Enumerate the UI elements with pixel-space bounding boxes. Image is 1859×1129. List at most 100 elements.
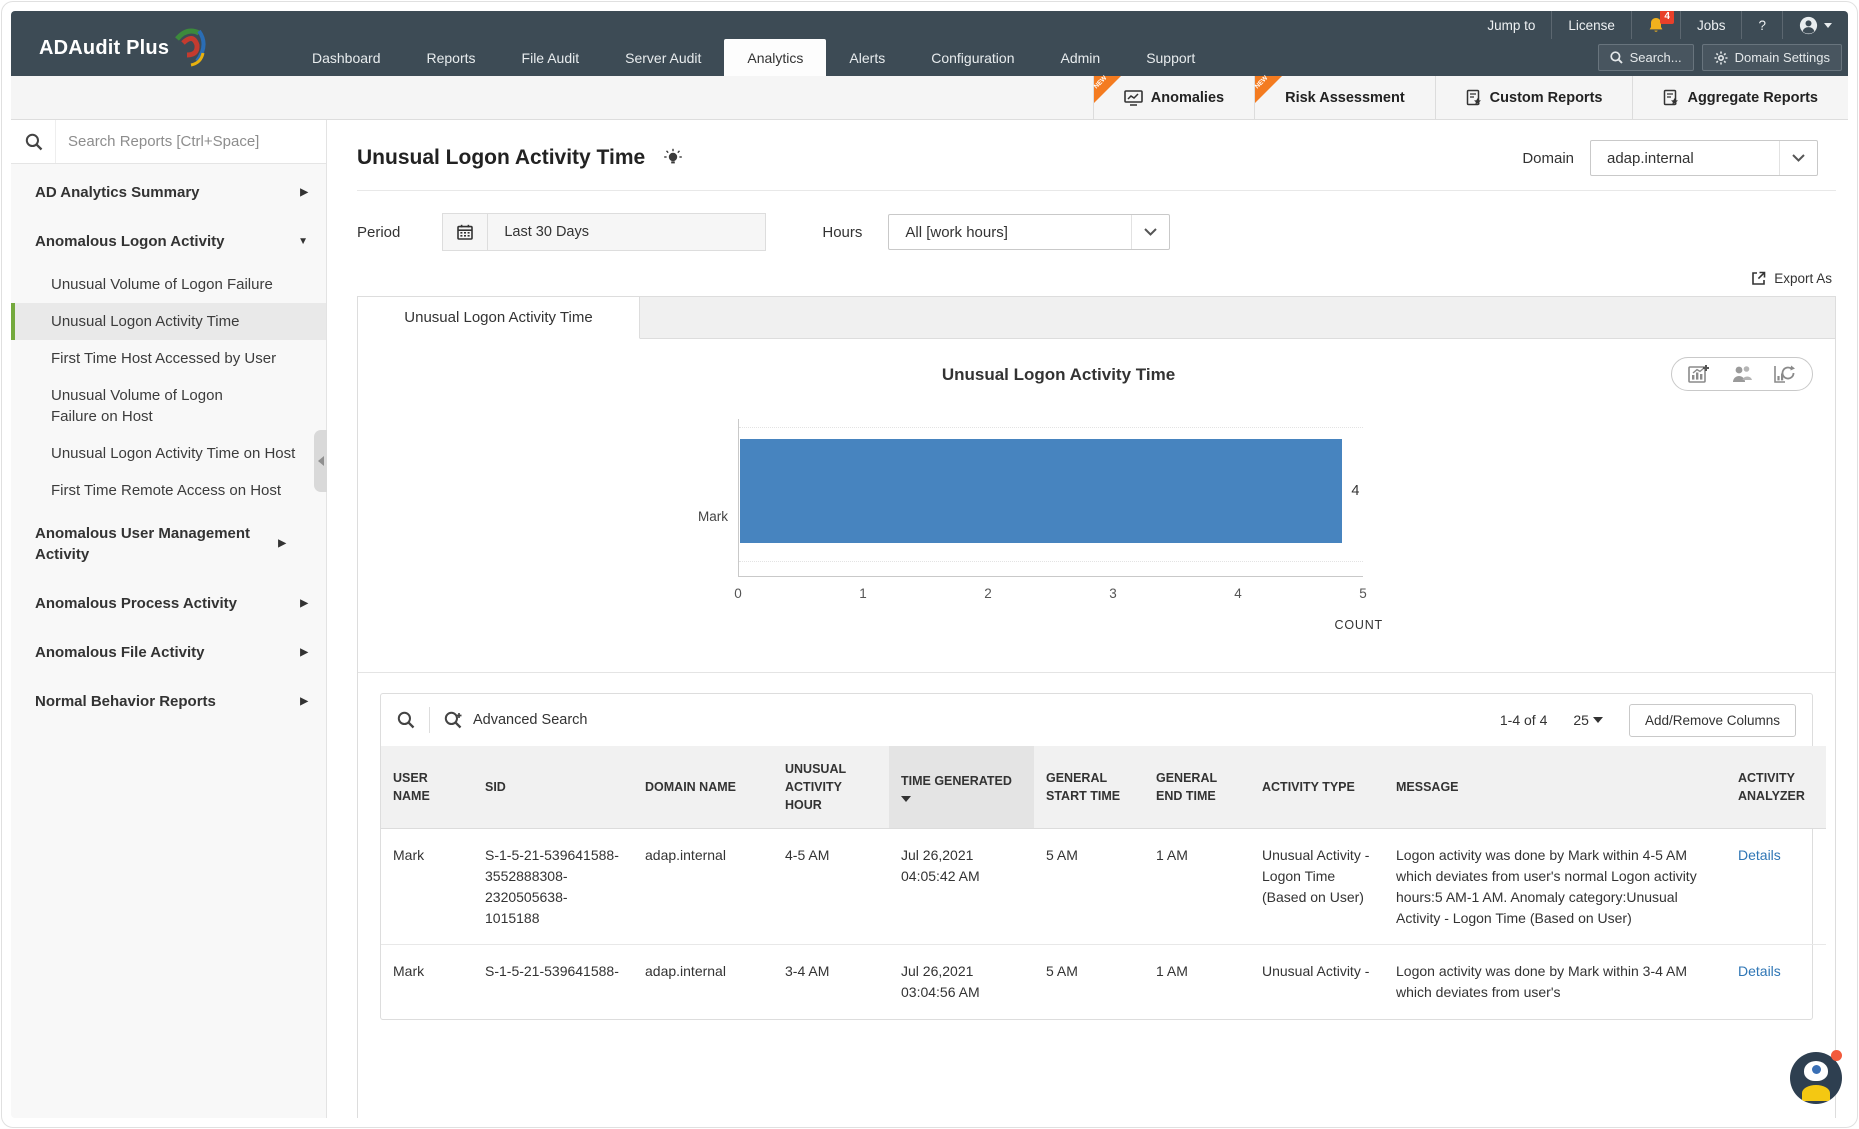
chart-x-ticks: 0 1 2 3 4 5 bbox=[738, 586, 1363, 606]
details-link[interactable]: Details bbox=[1738, 847, 1781, 863]
col-general-end-time[interactable]: GENERAL END TIME bbox=[1144, 746, 1250, 829]
sidebar-item-unusual-volume-of-logon-failure-on-host[interactable]: Unusual Volume of Logon Failure on Host bbox=[11, 377, 326, 435]
table-header-row: USER NAME SID DOMAIN NAME UNUSUAL ACTIVI… bbox=[381, 746, 1826, 829]
domain-settings-button[interactable]: Domain Settings bbox=[1702, 44, 1842, 71]
export-as-button[interactable]: Export As bbox=[357, 271, 1832, 286]
tab-custom-reports[interactable]: Custom Reports bbox=[1435, 76, 1633, 119]
sidebar-item-unusual-volume-of-logon-failure[interactable]: Unusual Volume of Logon Failure bbox=[11, 266, 326, 303]
table-row: Mark S-1-5-21-539641588- adap.internal 3… bbox=[381, 945, 1826, 1019]
notifications-button[interactable]: 4 bbox=[1631, 11, 1680, 39]
reports-sidebar: AD Analytics Summary Anomalous Logon Act… bbox=[11, 120, 327, 1118]
period-value-field[interactable]: Last 30 Days bbox=[488, 213, 766, 251]
adaudit-plus-app: ADAudit Plus Jump to License 4 Jobs bbox=[11, 11, 1848, 1118]
hours-select[interactable]: All [work hours] bbox=[888, 214, 1170, 250]
help-button[interactable]: ? bbox=[1741, 11, 1782, 39]
sidebar-item-first-time-remote-access-on-host[interactable]: First Time Remote Access on Host bbox=[11, 472, 326, 509]
user-analytics-icon[interactable] bbox=[1730, 364, 1754, 384]
col-message[interactable]: MESSAGE bbox=[1384, 746, 1726, 829]
report-tabstrip: Unusual Logon Activity Time bbox=[358, 297, 1835, 339]
hours-label: Hours bbox=[822, 224, 862, 241]
advanced-search-icon[interactable] bbox=[444, 711, 463, 729]
col-general-start-time[interactable]: GENERAL START TIME bbox=[1034, 746, 1144, 829]
sidebar-collapse-handle[interactable] bbox=[314, 430, 327, 492]
nav-right-controls: Search... Domain Settings bbox=[1598, 39, 1848, 76]
tab-anomalies[interactable]: NEW Anomalies bbox=[1093, 76, 1254, 119]
sidebar-nav: AD Analytics Summary Anomalous Logon Act… bbox=[11, 164, 326, 726]
body: AD Analytics Summary Anomalous Logon Act… bbox=[11, 120, 1848, 1118]
bell-icon: 4 bbox=[1648, 17, 1664, 34]
chart-plot-area: 4 bbox=[738, 419, 1363, 577]
main-content: Unusual Logon Activity Time Domain adap.… bbox=[327, 120, 1848, 1118]
sidebar-group-normal-behavior-reports[interactable]: Normal Behavior Reports bbox=[11, 677, 326, 726]
chart-section: Unusual Logon Activity Time Mark bbox=[358, 339, 1835, 673]
table-search-icon[interactable] bbox=[397, 711, 415, 729]
report-category-bar: NEW Anomalies NEW Risk Assessment Custom… bbox=[11, 76, 1848, 120]
col-domain-name[interactable]: DOMAIN NAME bbox=[633, 746, 773, 829]
license-link[interactable]: License bbox=[1551, 11, 1631, 39]
col-time-generated[interactable]: TIME GENERATED bbox=[889, 746, 1034, 829]
sidebar-item-first-time-host-accessed-by-user[interactable]: First Time Host Accessed by User bbox=[11, 340, 326, 377]
chevron-down-icon bbox=[1779, 141, 1817, 175]
jump-to-link[interactable]: Jump to bbox=[1471, 11, 1551, 39]
tab-unusual-logon-activity-time[interactable]: Unusual Logon Activity Time bbox=[358, 297, 640, 339]
calendar-button[interactable] bbox=[442, 213, 488, 251]
export-icon bbox=[1751, 271, 1766, 286]
app-logo[interactable]: ADAudit Plus bbox=[39, 25, 207, 69]
account-menu[interactable] bbox=[1782, 11, 1848, 39]
col-sid[interactable]: SID bbox=[473, 746, 633, 829]
top-navigation-bar: ADAudit Plus Jump to License 4 Jobs bbox=[11, 11, 1848, 76]
tab-aggregate-reports[interactable]: Aggregate Reports bbox=[1632, 76, 1848, 119]
nav-item-alerts[interactable]: Alerts bbox=[826, 39, 908, 76]
nav-item-reports[interactable]: Reports bbox=[404, 39, 499, 76]
insight-bulb-icon[interactable] bbox=[663, 148, 683, 168]
logo-swoosh-icon bbox=[171, 25, 207, 69]
sidebar-search-input[interactable] bbox=[55, 120, 326, 163]
sidebar-item-unusual-logon-activity-time-on-host[interactable]: Unusual Logon Activity Time on Host bbox=[11, 435, 326, 472]
col-unusual-activity-hour[interactable]: UNUSUAL ACTIVITY HOUR bbox=[773, 746, 889, 829]
sidebar-group-ad-analytics-summary[interactable]: AD Analytics Summary bbox=[11, 168, 326, 217]
search-icon bbox=[1610, 51, 1623, 64]
nav-item-analytics[interactable]: Analytics bbox=[724, 39, 826, 76]
domain-filter: Domain adap.internal bbox=[1522, 140, 1818, 176]
sidebar-group-anomalous-process-activity[interactable]: Anomalous Process Activity bbox=[11, 579, 326, 628]
search-icon bbox=[25, 133, 43, 151]
sidebar-group-anomalous-logon-activity[interactable]: Anomalous Logon Activity bbox=[11, 217, 326, 266]
chevron-down-icon bbox=[1824, 23, 1832, 28]
sidebar-item-unusual-logon-activity-time[interactable]: Unusual Logon Activity Time bbox=[11, 303, 326, 340]
nav-item-file-audit[interactable]: File Audit bbox=[499, 39, 603, 76]
details-link[interactable]: Details bbox=[1738, 963, 1781, 979]
add-remove-columns-button[interactable]: Add/Remove Columns bbox=[1629, 704, 1796, 737]
advanced-search-label[interactable]: Advanced Search bbox=[473, 712, 587, 728]
table-toolbar: Advanced Search 1-4 of 4 25 Add/Remove C… bbox=[381, 694, 1812, 746]
chevron-right-icon bbox=[268, 537, 286, 551]
title-row: Unusual Logon Activity Time Domain adap.… bbox=[357, 140, 1836, 176]
refresh-chart-icon[interactable] bbox=[1774, 364, 1796, 384]
nav-item-configuration[interactable]: Configuration bbox=[908, 39, 1037, 76]
chart-bar[interactable] bbox=[740, 439, 1342, 543]
support-chatbot-button[interactable] bbox=[1790, 1052, 1842, 1104]
chevron-down-icon bbox=[1131, 215, 1169, 249]
custom-report-icon bbox=[1466, 89, 1482, 106]
col-user-name[interactable]: USER NAME bbox=[381, 746, 473, 829]
domain-label: Domain bbox=[1522, 150, 1574, 167]
tab-risk-assessment[interactable]: NEW Risk Assessment bbox=[1254, 76, 1435, 119]
aggregate-report-icon bbox=[1663, 89, 1679, 106]
domain-select[interactable]: adap.internal bbox=[1590, 140, 1818, 176]
add-chart-icon[interactable] bbox=[1688, 364, 1710, 384]
nav-item-support[interactable]: Support bbox=[1123, 39, 1218, 76]
nav-item-server-audit[interactable]: Server Audit bbox=[602, 39, 724, 76]
sidebar-group-anomalous-file-activity[interactable]: Anomalous File Activity bbox=[11, 628, 326, 677]
window-frame: ADAudit Plus Jump to License 4 Jobs bbox=[1, 1, 1858, 1128]
nav-item-dashboard[interactable]: Dashboard bbox=[289, 39, 404, 76]
sidebar-group-anomalous-user-management-activity[interactable]: Anomalous User Management Activity bbox=[11, 509, 326, 579]
col-activity-type[interactable]: ACTIVITY TYPE bbox=[1250, 746, 1384, 829]
report-card: Unusual Logon Activity Time Unusual Logo… bbox=[357, 296, 1836, 1118]
global-search-button[interactable]: Search... bbox=[1598, 44, 1694, 71]
notification-count-badge: 4 bbox=[1660, 11, 1674, 24]
col-activity-analyzer[interactable]: ACTIVITY ANALYZER bbox=[1726, 746, 1826, 829]
jobs-link[interactable]: Jobs bbox=[1680, 11, 1742, 39]
nav-item-admin[interactable]: Admin bbox=[1038, 39, 1124, 76]
chart-bar-value: 4 bbox=[1351, 483, 1359, 499]
page-size-select[interactable]: 25 bbox=[1573, 712, 1603, 728]
chevron-down-icon bbox=[288, 235, 308, 249]
